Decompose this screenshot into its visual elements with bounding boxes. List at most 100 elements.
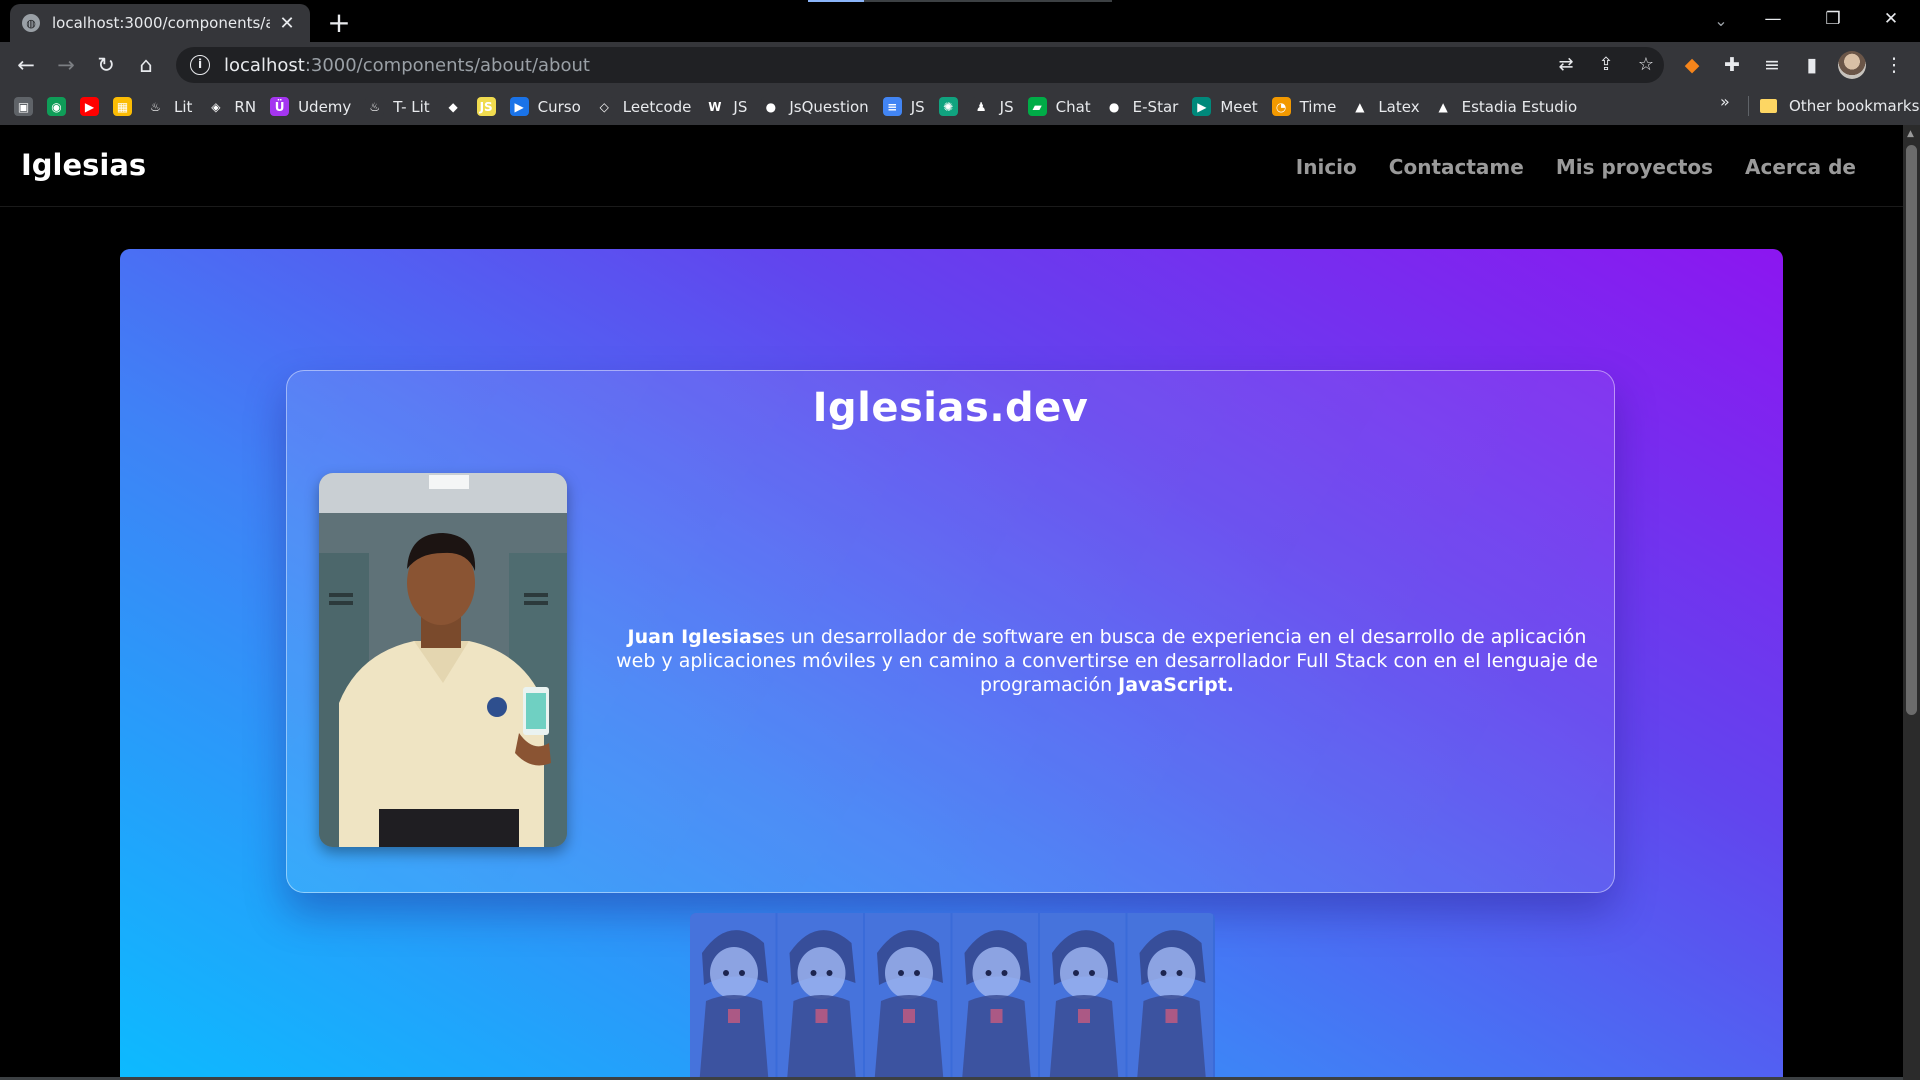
close-window-icon[interactable]: ✕ (1862, 0, 1920, 38)
bookmark-star-icon[interactable]: ☆ (1632, 53, 1660, 77)
sprite-character (1040, 913, 1126, 1080)
github-icon: ● (1104, 97, 1124, 116)
save-page-icon: ▣ (14, 97, 33, 116)
nav-link-mis-proyectos[interactable]: Mis proyectos (1556, 155, 1713, 179)
nav-link-contactame[interactable]: Contactame (1389, 155, 1524, 179)
sprite-character (690, 913, 776, 1080)
bookmark-item[interactable]: ♟ JS (971, 93, 1014, 121)
bookmark-item[interactable]: ▶ Meet (1192, 93, 1258, 121)
bio-name: Juan Iglesias (627, 626, 764, 648)
bookmark-item[interactable]: ● E-Star (1104, 93, 1178, 121)
bookmark-label: Chat (1055, 97, 1091, 116)
metamask-fox-icon[interactable]: ◆ (1678, 51, 1706, 79)
share-icon[interactable]: ⇪ (1592, 53, 1620, 77)
translate-icon[interactable]: ⇄ (1552, 53, 1580, 77)
play-icon: ▶ (509, 97, 529, 116)
chat-icon: ▰ (1027, 97, 1047, 116)
flame-icon: ♨ (365, 97, 385, 116)
bookmark-item[interactable]: ▲ Latex (1350, 93, 1420, 121)
bookmark-item[interactable]: ● JsQuestion (761, 93, 869, 121)
drive-icon: ▲ (1433, 97, 1453, 116)
diamond-green-icon: ◆ (443, 97, 463, 116)
bio-text: es un desarrollador de software en busca… (616, 626, 1598, 696)
more-bookmarks-chevron[interactable]: » (1720, 92, 1730, 111)
bookmark-item[interactable]: ▶ (80, 93, 99, 121)
forward-arrow-icon[interactable]: → (50, 49, 82, 81)
bookmark-item[interactable]: JS (476, 93, 496, 121)
sprite-strip-svg (690, 913, 1213, 1080)
restore-window-icon[interactable]: ❐ (1804, 0, 1862, 38)
clock-icon: ◔ (1271, 97, 1291, 116)
other-bookmarks-label: Other bookmarks (1789, 97, 1920, 115)
bookmark-item[interactable]: ≡ JS (882, 93, 925, 121)
site-navbar: Iglesias Inicio Contactame Mis proyectos… (0, 125, 1903, 207)
bookmark-item[interactable]: ◇ Leetcode (594, 93, 691, 121)
bookmark-item[interactable]: ▰ Chat (1027, 93, 1091, 121)
tab-title: localhost:3000/components/abou (52, 14, 270, 32)
bookmark-item[interactable]: ▶ Curso (509, 93, 581, 121)
minimize-window-icon[interactable]: — (1744, 0, 1802, 38)
bookmark-item[interactable]: Ü Udemy (270, 93, 351, 121)
bookmark-label: JsQuestion (789, 97, 869, 116)
grid-app-icon: ▦ (113, 97, 132, 116)
browser-toolbar: ← → ↻ ⌂ i localhost:3000/components/abou… (0, 42, 1920, 88)
bookmark-item[interactable]: ✺ (938, 93, 958, 121)
bookmark-item[interactable]: ◆ (443, 93, 463, 121)
tab-strip-divider (864, 0, 1112, 2)
other-bookmarks-folder[interactable]: Other bookmarks (1760, 92, 1919, 120)
js-icon: JS (476, 97, 496, 116)
sprite-character (865, 913, 951, 1080)
about-card: Iglesias.dev Juan Iglesiases un desarrol… (286, 370, 1615, 893)
site-brand[interactable]: Iglesias (21, 148, 146, 182)
character-sprite-strip (690, 913, 1215, 1080)
bookmarks-bar: ▣ ◉ ▶ ▦ ♨ Lit ◈ RN Ü Udemy ♨ T- Lit ◆ JS ▶ Curso ◇ Leetco… (0, 88, 1920, 125)
back-arrow-icon[interactable]: ← (10, 49, 42, 81)
bookmark-item[interactable]: ◈ RN (206, 93, 256, 121)
scrollbar-thumb[interactable] (1906, 145, 1917, 715)
side-panel-icon[interactable]: ▮ (1798, 51, 1826, 79)
url-host: localhost (224, 54, 305, 76)
bookmark-item[interactable]: ♨ T- Lit (365, 93, 430, 121)
nav-link-acerca-de[interactable]: Acerca de (1745, 155, 1856, 179)
browser-tab[interactable]: ◍ localhost:3000/components/abou ✕ (10, 4, 310, 42)
address-bar[interactable]: i localhost:3000/components/about/about … (176, 47, 1664, 83)
tab-search-chevron-icon[interactable]: ⌄ (1706, 6, 1736, 36)
sprite-character (777, 913, 863, 1080)
new-tab-button[interactable]: + (322, 6, 356, 40)
page-viewport: Iglesias Inicio Contactame Mis proyectos… (0, 125, 1903, 1080)
close-tab-icon[interactable]: ✕ (276, 13, 298, 34)
bookmark-item[interactable]: ▣ (14, 93, 33, 121)
reload-icon[interactable]: ↻ (90, 49, 122, 81)
nav-link-inicio[interactable]: Inicio (1296, 155, 1357, 179)
openai-icon: ✺ (938, 97, 958, 116)
profile-photo-illustration (319, 473, 567, 847)
folder-icon (1760, 99, 1777, 113)
kebab-menu-icon[interactable]: ⋮ (1880, 51, 1908, 79)
bookmark-label: T- Lit (393, 97, 430, 116)
meet-icon: ▶ (1192, 97, 1212, 116)
scroll-up-arrow-icon[interactable]: ▲ (1907, 129, 1914, 139)
profile-avatar[interactable] (1838, 51, 1866, 79)
github-icon: ● (761, 97, 781, 116)
bookmark-label: Lit (174, 97, 193, 116)
leetcode-icon: ◇ (594, 97, 614, 116)
bookmark-item[interactable]: ▦ (113, 93, 132, 121)
extensions-puzzle-icon[interactable]: ✚ (1718, 51, 1746, 79)
site-info-icon[interactable]: i (190, 55, 210, 75)
bookmark-item[interactable]: ♨ Lit (146, 93, 192, 121)
bookmark-label: Meet (1220, 97, 1258, 116)
page-scrollbar[interactable]: ▲ (1903, 125, 1920, 1080)
docs-icon: ≡ (882, 97, 902, 116)
about-hero-section: Iglesias.dev Juan Iglesiases un desarrol… (120, 249, 1783, 1080)
bio-paragraph: Juan Iglesiases un desarrollador de soft… (607, 625, 1607, 697)
bookmark-label: Udemy (298, 97, 352, 116)
bookmark-item[interactable]: ◉ (47, 93, 66, 121)
bookmark-item[interactable]: ▲ Estadia Estudio (1433, 93, 1577, 121)
tab-strip: ◍ localhost:3000/components/abou ✕ + ⌄ —… (0, 0, 1920, 42)
home-icon[interactable]: ⌂ (130, 49, 162, 81)
media-queue-icon[interactable]: ≡ (1758, 51, 1786, 79)
profile-photo (319, 473, 567, 847)
bookmark-item[interactable]: W JS (705, 93, 747, 121)
bookmark-item[interactable]: ◔ Time (1271, 93, 1336, 121)
bookmarks-separator (1748, 96, 1749, 116)
